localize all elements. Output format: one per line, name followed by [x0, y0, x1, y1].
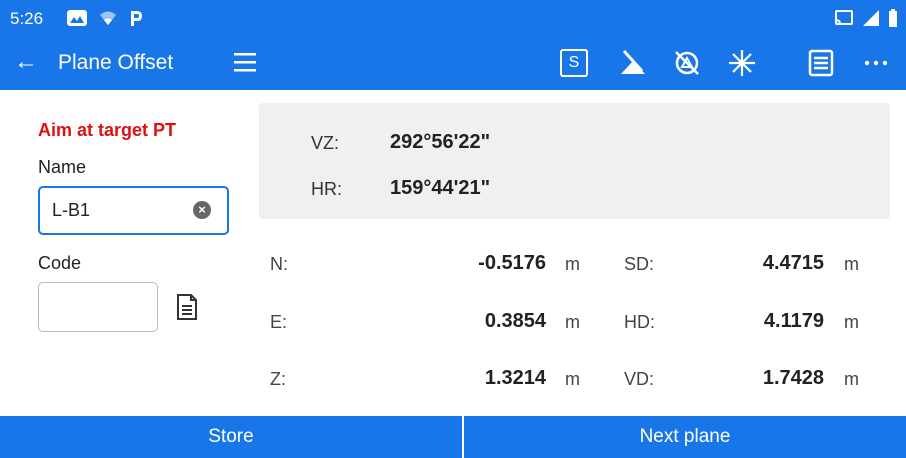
- clear-icon[interactable]: ×: [193, 201, 211, 219]
- more-button[interactable]: [860, 47, 892, 79]
- n-unit: m: [565, 254, 580, 274]
- next-plane-button[interactable]: Next plane: [464, 416, 906, 458]
- status-right-icons: [834, 8, 898, 28]
- data-list-button[interactable]: [805, 47, 837, 79]
- name-label: Name: [38, 157, 87, 177]
- gallery-icon: [67, 10, 87, 26]
- hd-value: 4.1179: [763, 310, 824, 332]
- target-form: Aim at target PT Name L-B1 × Code: [0, 90, 245, 414]
- code-list-icon[interactable]: [176, 293, 198, 321]
- n-label: N:: [270, 254, 288, 274]
- code-input[interactable]: [38, 282, 158, 332]
- vd-unit: m: [844, 369, 859, 389]
- sd-label: SD:: [624, 254, 655, 274]
- e-unit: m: [565, 312, 580, 332]
- bottom-action-bar: Store Next plane: [0, 416, 906, 458]
- hamburger-menu-icon[interactable]: [233, 49, 257, 75]
- s-mode-button[interactable]: S: [558, 47, 590, 79]
- aim-heading: Aim at target PT: [38, 120, 177, 140]
- e-value: 0.3854: [484, 310, 546, 332]
- status-time: 5:26: [10, 9, 44, 28]
- star-button[interactable]: [726, 47, 758, 79]
- battery-icon: [889, 9, 897, 27]
- app-toolbar: ← Plane Offset S: [0, 36, 906, 90]
- wifi-icon: [100, 11, 116, 25]
- page-title: Plane Offset: [58, 51, 174, 74]
- z-unit: m: [565, 369, 580, 389]
- name-value: L-B1: [52, 200, 91, 220]
- vd-label: VD:: [624, 369, 655, 389]
- laser-off-icon: [621, 49, 645, 74]
- store-button[interactable]: Store: [0, 416, 462, 458]
- e-label: E:: [270, 312, 288, 332]
- n-value: -0.5176: [478, 252, 546, 274]
- hd-unit: m: [844, 312, 859, 332]
- sd-unit: m: [844, 254, 859, 274]
- z-value: 1.3214: [484, 367, 546, 389]
- code-label: Code: [38, 253, 82, 273]
- s-label: S: [560, 49, 588, 77]
- hr-label: HR:: [311, 179, 342, 199]
- vz-value: 292°56'22": [390, 131, 491, 153]
- status-icons: [66, 8, 144, 28]
- hr-value: 159°44'21": [390, 177, 491, 199]
- vd-value: 1.7428: [762, 367, 824, 389]
- vz-label: VZ:: [311, 133, 340, 153]
- list-icon: [808, 49, 834, 77]
- z-label: Z:: [270, 369, 286, 389]
- parking-icon: [131, 11, 142, 26]
- sd-value: 4.4715: [762, 252, 824, 274]
- prism-off-icon: [675, 51, 699, 75]
- sparkle-icon: [729, 50, 755, 76]
- hd-label: HD:: [624, 312, 655, 332]
- signal-icon: [863, 10, 879, 26]
- angle-panel: VZ: 292°56'22" HR: 159°44'21": [259, 103, 890, 219]
- prism-button[interactable]: [671, 47, 703, 79]
- status-bar: 5:26: [0, 0, 906, 36]
- name-input[interactable]: L-B1 ×: [38, 186, 229, 235]
- cast-icon: [835, 10, 853, 25]
- back-arrow-icon[interactable]: ←: [14, 48, 38, 76]
- more-dots-icon: [864, 60, 888, 66]
- laser-button[interactable]: [617, 47, 649, 79]
